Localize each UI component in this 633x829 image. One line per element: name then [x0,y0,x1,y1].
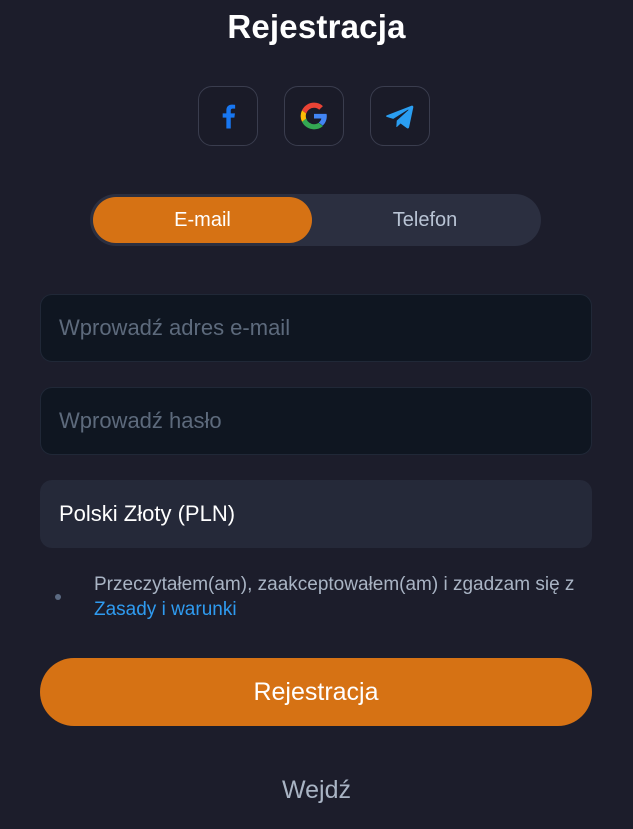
login-link[interactable]: Wejdź [0,776,633,805]
terms-text: Przeczytałem(am), zaakceptowałem(am) i z… [94,572,592,622]
currency-value: Polski Złoty (PLN) [59,501,236,526]
register-button[interactable]: Rejestracja [40,658,592,726]
facebook-icon [222,104,236,129]
terms-link[interactable]: Zasady i warunki [94,599,237,620]
email-field-container [40,294,592,362]
email-input[interactable] [41,295,591,361]
page-title: Rejestracja [227,8,406,45]
terms-checkbox[interactable] [55,594,61,600]
terms-label: Przeczytałem(am), zaakceptowałem(am) i z… [94,574,575,595]
terms-agreement: Przeczytałem(am), zaakceptowałem(am) i z… [40,572,592,624]
google-icon [300,102,327,130]
currency-select[interactable]: Polski Złoty (PLN) [40,480,592,548]
social-login-row [198,86,430,146]
telegram-icon [386,105,414,129]
telegram-login-button[interactable] [370,86,430,146]
password-input[interactable] [41,388,591,454]
tab-email[interactable]: E-mail [93,197,312,243]
facebook-login-button[interactable] [198,86,258,146]
registration-method-tabs: E-mail Telefon [90,194,541,246]
tab-phone[interactable]: Telefon [312,197,538,243]
google-login-button[interactable] [284,86,344,146]
password-field-container [40,387,592,455]
